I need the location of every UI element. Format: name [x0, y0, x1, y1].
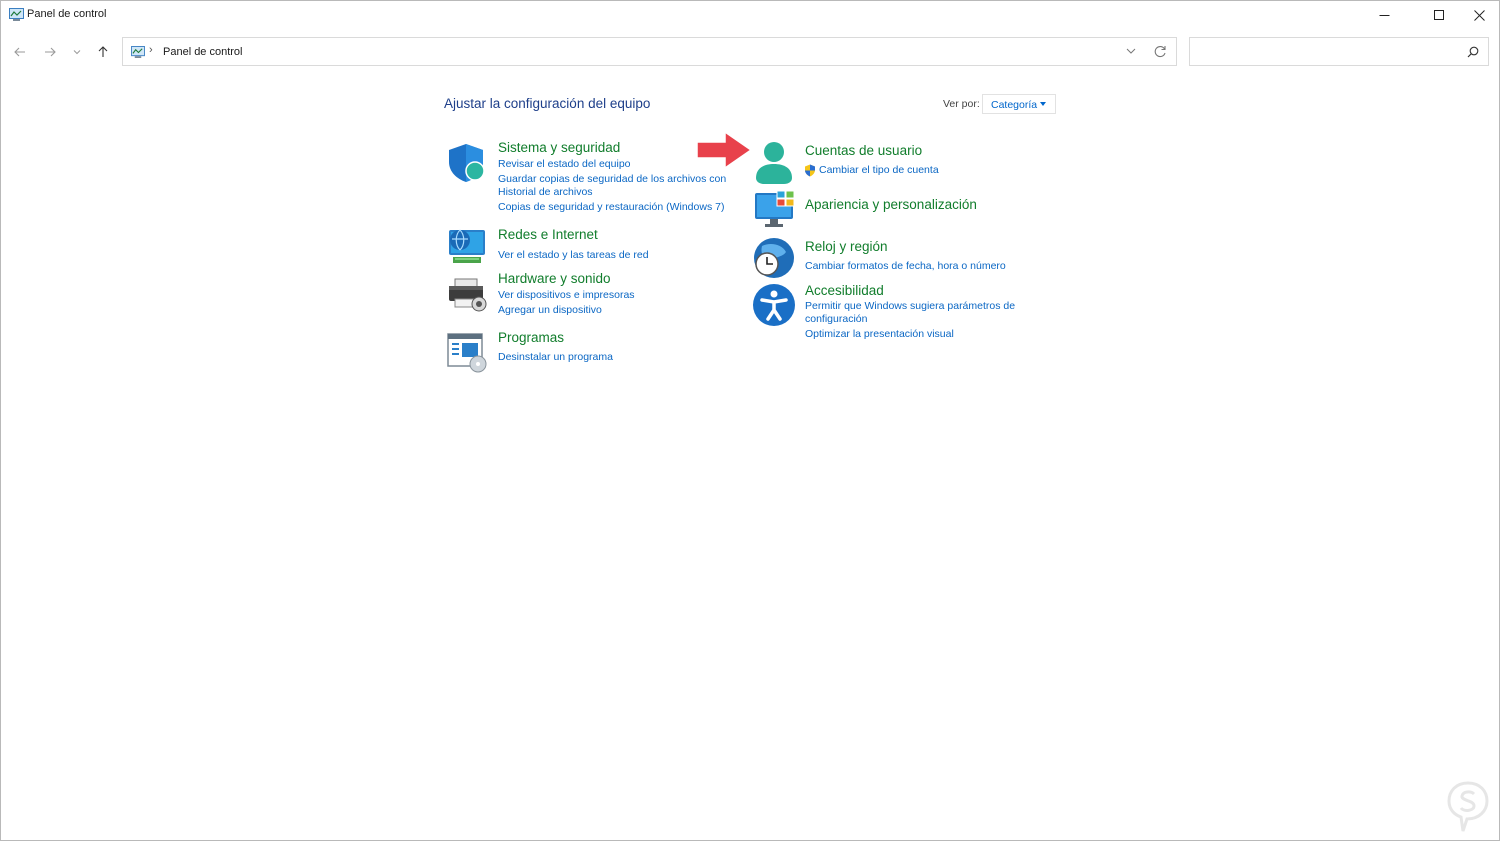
uac-shield-icon	[805, 164, 815, 177]
category-link[interactable]: Cambiar el tipo de cuenta	[819, 164, 939, 177]
minimize-icon	[1379, 14, 1389, 16]
category-link[interactable]: Ver el estado y las tareas de red	[498, 249, 649, 262]
maximize-icon	[1433, 9, 1444, 20]
category-link[interactable]: Ver dispositivos e impresoras	[498, 289, 635, 302]
close-icon	[1473, 9, 1485, 21]
annotation-arrow	[696, 130, 753, 170]
window-title: Panel de control	[27, 8, 107, 20]
category-link[interactable]: Guardar copias de seguridad de los archi…	[498, 173, 726, 186]
category-link[interactable]: Cambiar formatos de fecha, hora o número	[805, 260, 1006, 273]
address-bar[interactable]: › Panel de control	[122, 37, 1177, 66]
category-link[interactable]: Copias de seguridad y restauración (Wind…	[498, 201, 724, 214]
network-globe-icon[interactable]	[445, 224, 489, 268]
close-button[interactable]	[1456, 1, 1500, 29]
watermark-logo	[1447, 781, 1489, 832]
category-title[interactable]: Reloj y región	[805, 239, 888, 254]
control-panel-window: Panel de control › Panel de control Ajus…	[0, 0, 1500, 841]
category-link[interactable]: Agregar un dispositivo	[498, 304, 602, 317]
category-link[interactable]: Desinstalar un programa	[498, 351, 613, 364]
chevron-down-icon[interactable]	[1126, 47, 1136, 55]
category-link[interactable]: Revisar el estado del equipo	[498, 158, 631, 171]
back-button[interactable]	[9, 41, 31, 63]
breadcrumb-item[interactable]: Panel de control	[163, 46, 243, 58]
category-title[interactable]: Cuentas de usuario	[805, 143, 922, 158]
breadcrumb-separator[interactable]: ›	[149, 44, 153, 56]
category-title[interactable]: Sistema y seguridad	[498, 140, 620, 155]
category-title[interactable]: Apariencia y personalización	[805, 197, 977, 212]
forward-arrow-icon	[45, 47, 56, 57]
category-link[interactable]: Historial de archivos	[498, 186, 593, 199]
recent-locations-button[interactable]	[66, 41, 88, 63]
category-link[interactable]: Optimizar la presentación visual	[805, 328, 954, 341]
view-by-dropdown[interactable]: Categoría	[982, 94, 1056, 114]
caret-down-icon	[1040, 102, 1046, 106]
clock-globe-icon[interactable]	[752, 236, 796, 280]
accessibility-icon[interactable]	[752, 283, 796, 327]
search-icon[interactable]	[1467, 46, 1479, 58]
search-input[interactable]	[1189, 37, 1489, 66]
page-title: Ajustar la configuración del equipo	[444, 96, 651, 111]
monitor-appearance-icon[interactable]	[753, 189, 797, 233]
title-bar: Panel de control	[1, 1, 1499, 29]
chevron-down-icon	[73, 50, 81, 55]
refresh-icon[interactable]	[1154, 45, 1167, 58]
category-title[interactable]: Redes e Internet	[498, 227, 598, 242]
forward-button[interactable]	[39, 41, 61, 63]
view-by-label: Ver por:	[943, 98, 980, 110]
printer-icon[interactable]	[445, 273, 489, 317]
category-link[interactable]: Permitir que Windows sugiera parámetros …	[805, 300, 1015, 313]
category-link[interactable]: configuración	[805, 313, 867, 326]
view-by-value: Categoría	[991, 99, 1038, 111]
programs-icon[interactable]	[445, 329, 489, 373]
control-panel-icon	[131, 46, 145, 58]
up-button[interactable]	[92, 41, 114, 63]
shield-icon[interactable]	[445, 141, 489, 185]
minimize-button[interactable]	[1361, 1, 1407, 29]
category-title[interactable]: Programas	[498, 330, 564, 345]
user-icon[interactable]	[752, 140, 796, 184]
category-title[interactable]: Hardware y sonido	[498, 271, 611, 286]
up-arrow-icon	[98, 46, 108, 57]
category-title[interactable]: Accesibilidad	[805, 283, 884, 298]
back-arrow-icon	[14, 47, 25, 57]
control-panel-icon	[9, 8, 24, 21]
